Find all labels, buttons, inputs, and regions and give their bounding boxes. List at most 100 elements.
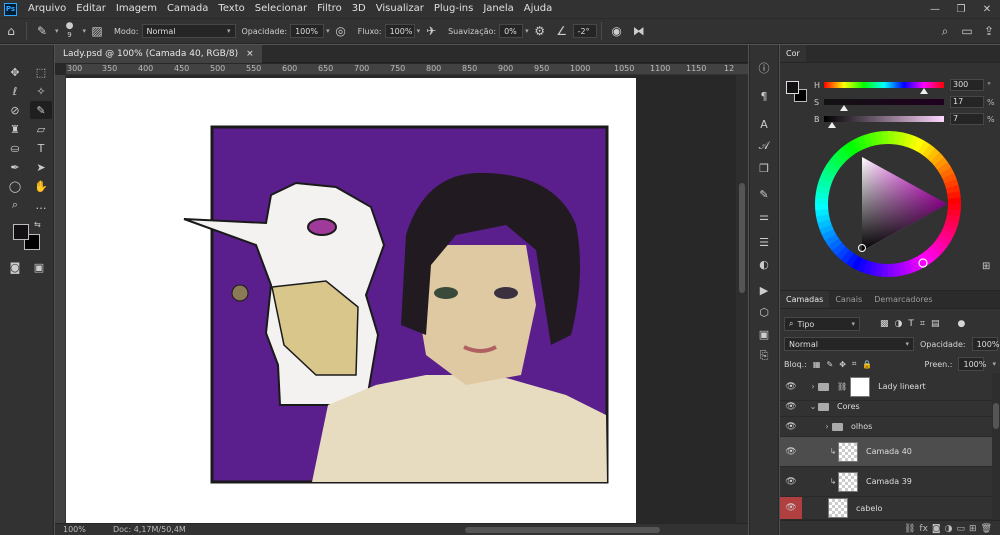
- hand-tool-icon[interactable]: ✋: [30, 177, 52, 195]
- visibility-eye-icon[interactable]: 👁: [780, 447, 802, 457]
- symmetry-icon[interactable]: ⧓: [628, 20, 650, 42]
- new-layer-icon[interactable]: ⊞: [969, 524, 977, 534]
- vertical-scrollbar[interactable]: [736, 75, 748, 523]
- lock-artboard-icon[interactable]: ⌗: [852, 359, 857, 369]
- menu-visualizar[interactable]: Visualizar: [371, 0, 429, 18]
- blend-mode-select[interactable]: Normal ▾: [784, 337, 914, 351]
- more-tools-icon[interactable]: …: [30, 196, 52, 214]
- glyphs-icon[interactable]: 𝒜: [750, 135, 778, 157]
- chevron-right-icon[interactable]: ›: [822, 422, 832, 431]
- adjustment-layer-icon[interactable]: ◑: [945, 524, 953, 534]
- horizontal-ruler[interactable]: 300 350 400 450 500 550 600 650 700 750 …: [66, 64, 748, 75]
- 3d-icon[interactable]: ⬡: [750, 301, 778, 323]
- close-button[interactable]: ✕: [974, 0, 1000, 18]
- layers-scrollbar-thumb[interactable]: [993, 403, 999, 429]
- share-icon[interactable]: ⇪: [978, 20, 1000, 42]
- slider-marker[interactable]: [840, 105, 849, 111]
- artwork-canvas[interactable]: [66, 75, 736, 523]
- brush-settings-icon[interactable]: ▨: [86, 20, 108, 42]
- menu-3d[interactable]: 3D: [347, 0, 371, 18]
- navigator-icon[interactable]: ▣: [750, 323, 778, 345]
- history-icon[interactable]: ⎘: [750, 345, 778, 367]
- brush-tool-icon[interactable]: ✎: [30, 101, 52, 119]
- document-tab[interactable]: Lady.psd @ 100% (Camada 40, RGB/8) ×: [55, 45, 262, 63]
- layer-filter-select[interactable]: ⌕ Tipo ▾: [784, 317, 860, 331]
- tab-paths[interactable]: Demarcadores: [868, 291, 938, 308]
- add-swatch-icon[interactable]: ⊞: [982, 261, 990, 272]
- new-group-icon[interactable]: ▭: [957, 524, 966, 534]
- filter-toggle-icon[interactable]: ●: [957, 319, 965, 329]
- tab-channels[interactable]: Canais: [829, 291, 868, 308]
- search-icon[interactable]: ⌕: [934, 20, 956, 42]
- layers-scrollbar[interactable]: [992, 373, 1000, 520]
- filter-shape-icon[interactable]: ⌗: [920, 319, 925, 329]
- flow-input[interactable]: 100%: [384, 24, 415, 38]
- vertical-ruler[interactable]: [55, 75, 66, 523]
- zoom-tool-icon[interactable]: ⌕: [4, 196, 26, 214]
- brush-settings-icon[interactable]: ⚌: [750, 205, 778, 227]
- layer-row-cabelo[interactable]: 👁 cabelo: [780, 497, 992, 520]
- paint-bucket-tool-icon[interactable]: ⛀: [4, 139, 26, 157]
- menu-janela[interactable]: Janela: [478, 0, 518, 18]
- visibility-eye-icon[interactable]: 👁: [780, 402, 802, 412]
- pen-tool-icon[interactable]: ✒: [4, 158, 26, 176]
- lasso-tool-icon[interactable]: ℓ: [4, 82, 26, 100]
- eyedropper-tool-icon[interactable]: ⊘: [4, 101, 26, 119]
- layer-opacity-input[interactable]: 100%: [971, 337, 999, 351]
- brush-size-picker[interactable]: ● 9: [59, 20, 81, 42]
- menu-ajuda[interactable]: Ajuda: [519, 0, 557, 18]
- pressure-opacity-icon[interactable]: ◎: [330, 20, 352, 42]
- mode-select[interactable]: Normal ▾: [141, 24, 236, 38]
- swap-colors-icon[interactable]: ⇆: [34, 220, 41, 229]
- menu-selecionar[interactable]: Selecionar: [250, 0, 312, 18]
- tab-color[interactable]: Cor: [780, 45, 806, 62]
- chevron-down-icon[interactable]: ▾: [992, 360, 996, 368]
- color-swatches[interactable]: ⇆: [10, 220, 44, 252]
- home-icon[interactable]: ⌂: [0, 20, 22, 42]
- visibility-eye-icon[interactable]: 👁: [780, 422, 802, 432]
- minimize-button[interactable]: —: [922, 0, 948, 18]
- maximize-button[interactable]: ❐: [948, 0, 974, 18]
- paragraph-icon[interactable]: ¶: [750, 85, 778, 107]
- filter-type-icon[interactable]: T: [908, 319, 914, 329]
- lock-all-icon[interactable]: 🔒: [862, 360, 872, 369]
- eraser-tool-icon[interactable]: ▱: [30, 120, 52, 138]
- menu-filtro[interactable]: Filtro: [312, 0, 347, 18]
- color-wheel[interactable]: ⊞: [780, 127, 1000, 287]
- move-tool-icon[interactable]: ✥: [4, 63, 26, 81]
- angle-input[interactable]: -2°: [572, 24, 597, 38]
- adjustments-icon[interactable]: ☰: [750, 231, 778, 253]
- layer-row-camada-40[interactable]: 👁 ↳ Camada 40: [780, 437, 992, 467]
- add-mask-icon[interactable]: ◙: [932, 524, 941, 534]
- character-icon[interactable]: A: [750, 113, 778, 135]
- saturation-input[interactable]: 17: [950, 96, 984, 108]
- smoothing-input[interactable]: 0%: [499, 24, 524, 38]
- brightness-slider[interactable]: [824, 116, 944, 122]
- layer-row-camada-39[interactable]: 👁 ↳ Camada 39: [780, 467, 992, 497]
- airbrush-icon[interactable]: ✈: [420, 20, 442, 42]
- layer-row-olhos[interactable]: 👁 › olhos: [780, 417, 992, 437]
- workspace-icon[interactable]: ▭: [956, 20, 978, 42]
- visibility-eye-icon[interactable]: 👁: [780, 382, 802, 392]
- styles-icon[interactable]: ◐: [750, 253, 778, 275]
- chevron-down-icon[interactable]: ⌄: [808, 402, 818, 411]
- tab-layers[interactable]: Camadas: [780, 291, 830, 308]
- foreground-color-swatch[interactable]: [13, 224, 29, 240]
- quick-mask-icon[interactable]: ◙: [4, 258, 26, 276]
- menu-editar[interactable]: Editar: [71, 0, 111, 18]
- lock-transparency-icon[interactable]: ▦: [813, 360, 821, 369]
- clone-stamp-tool-icon[interactable]: ♜: [4, 120, 26, 138]
- menu-texto[interactable]: Texto: [213, 0, 249, 18]
- slider-marker[interactable]: [919, 88, 928, 94]
- lock-pixels-icon[interactable]: ✎: [826, 360, 833, 369]
- info-icon[interactable]: ⓘ: [750, 57, 778, 79]
- gear-icon[interactable]: ⚙: [529, 20, 551, 42]
- marquee-tool-icon[interactable]: ⬚: [30, 63, 52, 81]
- screen-mode-icon[interactable]: ▣: [28, 258, 50, 276]
- menu-imagem[interactable]: Imagem: [111, 0, 162, 18]
- path-selection-tool-icon[interactable]: ➤: [30, 158, 52, 176]
- ellipse-tool-icon[interactable]: ◯: [4, 177, 26, 195]
- lock-position-icon[interactable]: ✥: [839, 360, 846, 369]
- actions-icon[interactable]: ▶: [750, 279, 778, 301]
- canvas-viewport[interactable]: [66, 75, 736, 523]
